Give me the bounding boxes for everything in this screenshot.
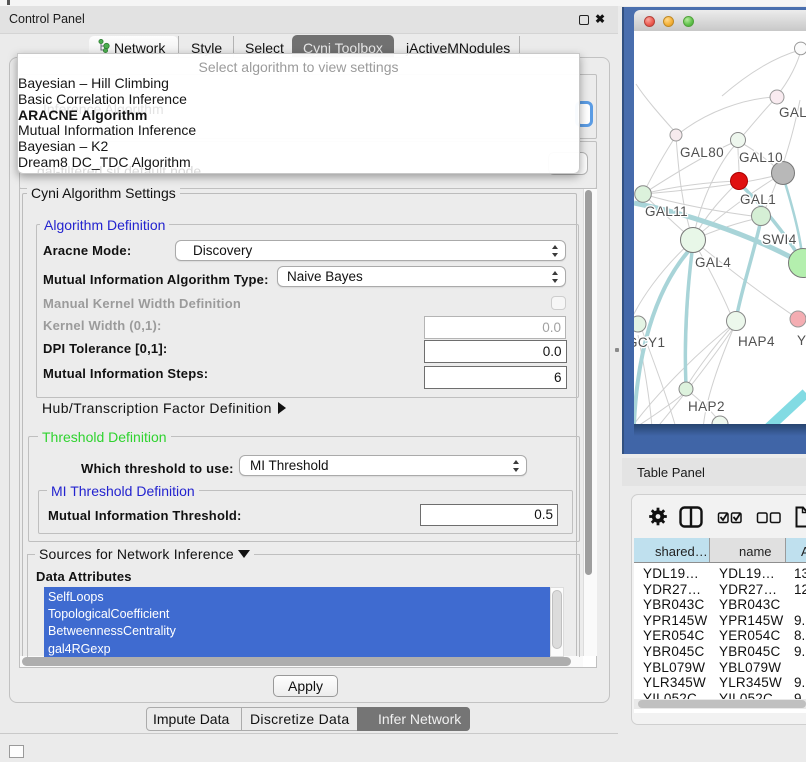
svg-text:HAP2: HAP2 [688, 399, 725, 414]
svg-text:GAL80: GAL80 [680, 145, 724, 160]
svg-text:GAL1: GAL1 [740, 192, 776, 207]
svg-text:GAL: GAL [779, 105, 806, 120]
svg-text:SWI4: SWI4 [762, 232, 797, 247]
svg-text:GAL4: GAL4 [695, 255, 731, 270]
svg-text:GAL10: GAL10 [739, 150, 783, 165]
svg-text:GCY1: GCY1 [634, 335, 665, 350]
svg-text:Y: Y [797, 333, 806, 348]
svg-text:GAL11: GAL11 [645, 204, 688, 219]
svg-text:HAP4: HAP4 [738, 334, 775, 349]
